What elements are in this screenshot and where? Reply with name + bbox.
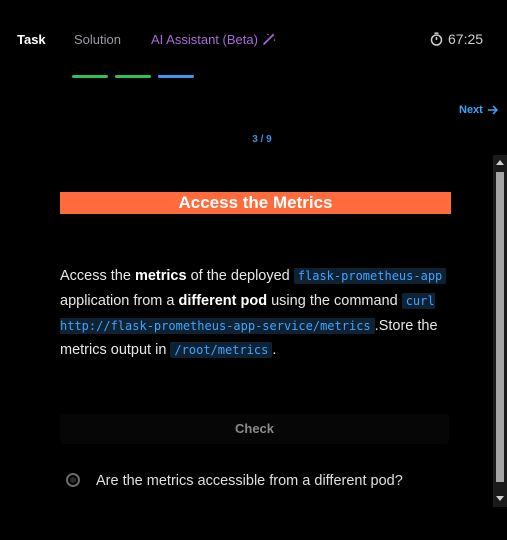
desc-text: of the deployed	[186, 268, 294, 284]
progress-segment	[158, 75, 194, 78]
timer: 67:25	[430, 31, 483, 47]
tab-ai-assistant[interactable]: AI Assistant (Beta)	[151, 32, 276, 50]
code-snippet: /root/metrics	[170, 342, 273, 359]
desc-text: using the command	[267, 292, 402, 309]
progress-segment	[115, 75, 151, 78]
code-snippet: flask-prometheus-app	[293, 268, 447, 284]
timer-value: 67:25	[448, 31, 484, 47]
top-bar: Task Solution AI Assistant (Beta) 67:25	[0, 0, 507, 80]
task-description: Access the metrics of the deployed flask…	[60, 264, 455, 363]
desc-text: .	[272, 342, 277, 359]
check-button[interactable]: Check	[60, 414, 449, 444]
next-button[interactable]: Next	[459, 104, 499, 116]
next-label: Next	[459, 104, 483, 116]
magic-wand-icon	[262, 32, 276, 50]
status-circle-icon	[66, 473, 80, 487]
desc-bold: different pod	[178, 292, 268, 309]
scroll-down-arrow-icon[interactable]	[496, 496, 504, 501]
desc-bold: metrics	[134, 268, 187, 284]
scroll-up-arrow-icon[interactable]	[496, 160, 504, 165]
scrollbar-thumb[interactable]	[496, 172, 504, 482]
tab-solution[interactable]: Solution	[74, 32, 121, 48]
task-title: Access the Metrics	[60, 192, 451, 214]
tab-ai-assistant-label: AI Assistant (Beta)	[151, 32, 258, 47]
checklist-item-label: Are the metrics accessible from a differ…	[96, 473, 403, 489]
tab-task[interactable]: Task	[17, 32, 46, 48]
desc-text: Access the	[60, 268, 135, 284]
arrow-right-icon	[487, 105, 498, 115]
step-counter: 3 / 9	[252, 134, 272, 145]
scrollbar[interactable]	[493, 155, 507, 507]
checklist-item[interactable]: Are the metrics accessible from a differ…	[66, 471, 403, 491]
stopwatch-icon	[430, 32, 443, 46]
progress-segment	[72, 75, 108, 78]
desc-text: application from a	[60, 292, 179, 309]
